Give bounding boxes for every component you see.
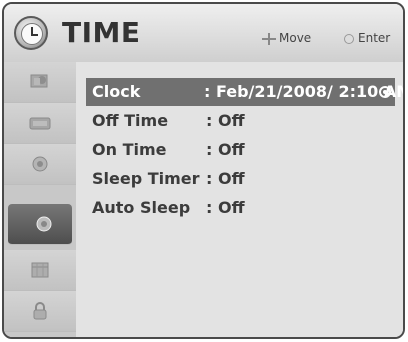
audio-icon [29, 117, 51, 130]
menu-item-auto-sleep[interactable]: Auto Sleep : Off [86, 194, 395, 222]
sidebar-item-setup[interactable] [4, 144, 76, 185]
sidebar-item-picture[interactable] [4, 62, 76, 103]
menu-item-value: : Off [206, 140, 245, 159]
menu-item-label: Auto Sleep [92, 198, 191, 217]
menu-item-value: : Off [206, 111, 245, 130]
osd-menu: TIME Move Enter Clock: Feb/21/2008/ 2:1… [2, 2, 405, 339]
menu-item-clock[interactable]: Clock : Feb/21/2008/ 2:10 AM [86, 78, 403, 106]
menu-item-label: On Time [92, 140, 167, 159]
move-hint-label: Move [279, 31, 312, 45]
enter-hint: Enter [344, 31, 390, 45]
menu-item-value: : Off [206, 169, 245, 188]
menu-item-label: Off Time [92, 111, 169, 130]
menu-item-value: : Off [206, 198, 245, 217]
option-icon [31, 262, 49, 278]
enter-icon [344, 33, 354, 44]
menu-content: Clock : Feb/21/2008/ 2:10 AM Off Time : … [76, 62, 403, 337]
menu-item-value: : Feb/21/2008/ 2:10 AM [204, 82, 405, 101]
menu-header: TIME Move Enter [4, 4, 403, 63]
sidebar-item-audio[interactable] [4, 103, 76, 144]
setup-icon [32, 156, 48, 172]
move-hint: Move [262, 31, 311, 45]
sidebar-item-time[interactable] [8, 204, 72, 245]
time-icon [36, 216, 52, 232]
menu-item-label: Clock [92, 82, 141, 101]
sidebar [4, 62, 76, 337]
sidebar-item-option[interactable] [4, 250, 76, 291]
enter-hint-label: Enter [358, 31, 391, 45]
clock-icon [14, 16, 48, 50]
menu-item-off-time[interactable]: Off Time : Off [86, 107, 395, 135]
lock-icon [33, 302, 47, 320]
menu-item-sleep-timer[interactable]: Sleep Timer : Off [86, 165, 395, 193]
sidebar-item-lock[interactable] [4, 291, 76, 332]
picture-icon [30, 74, 48, 88]
menu-item-label: Sleep Timer [92, 169, 200, 188]
menu-item-on-time[interactable]: On Time : Off [86, 136, 395, 164]
select-indicator-icon [379, 86, 391, 98]
move-icon [262, 32, 276, 45]
menu-title: TIME [62, 16, 141, 49]
